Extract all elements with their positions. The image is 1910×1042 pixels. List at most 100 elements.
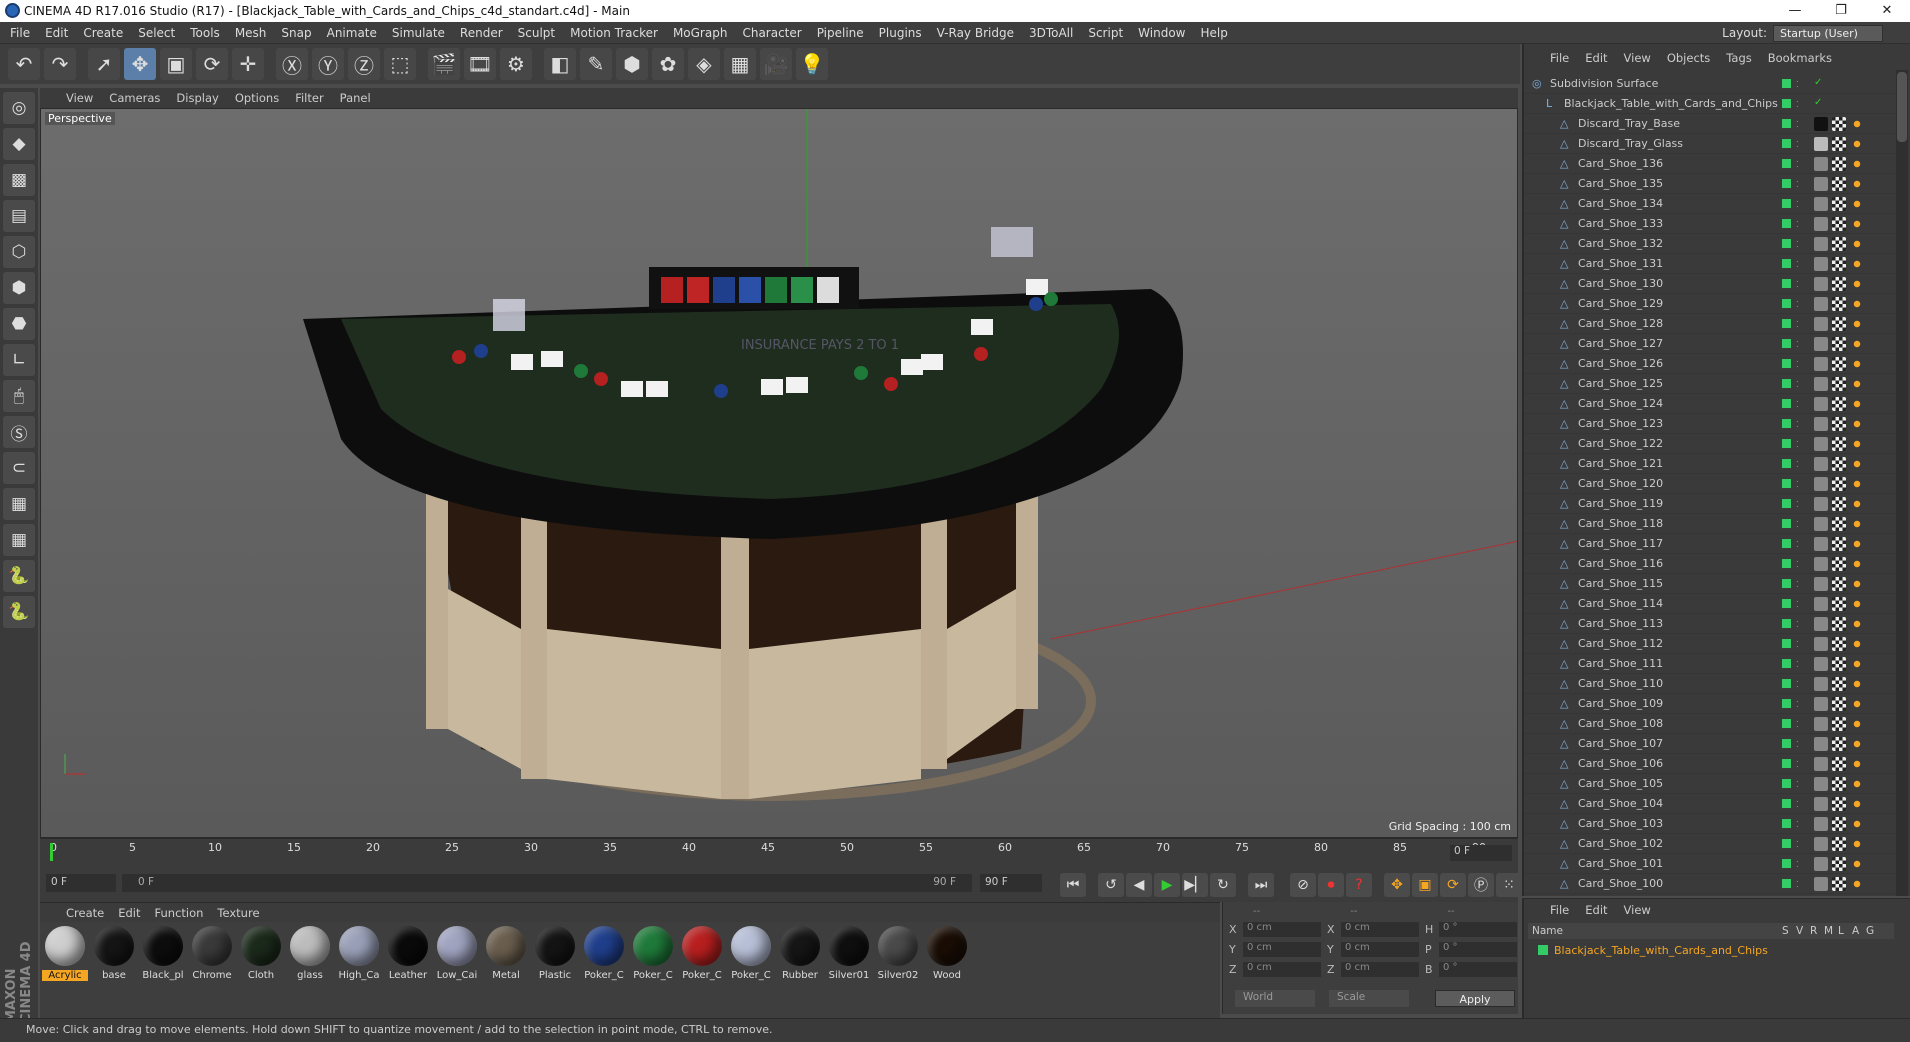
- previous-key-button[interactable]: ↺: [1098, 873, 1124, 897]
- render-visibility-toggle[interactable]: ⁚: [1796, 440, 1801, 449]
- viewport-menu-view[interactable]: View: [66, 91, 93, 105]
- render-visibility-toggle[interactable]: ⁚: [1796, 320, 1801, 329]
- menu-character[interactable]: Character: [742, 26, 801, 40]
- object-menu-bookmarks[interactable]: Bookmarks: [1768, 51, 1832, 65]
- keyframe-selection-button[interactable]: ?: [1346, 873, 1372, 897]
- checker-tag-icon[interactable]: [1832, 377, 1846, 391]
- layer-menu-file[interactable]: File: [1550, 903, 1569, 917]
- render-visibility-toggle[interactable]: ⁚: [1796, 680, 1801, 689]
- material-tag-icon[interactable]: [1814, 737, 1828, 751]
- current-frame-field[interactable]: 0 F: [1450, 845, 1512, 861]
- visibility-toggle[interactable]: [1782, 459, 1791, 468]
- menu-motion-tracker[interactable]: Motion Tracker: [570, 26, 658, 40]
- render-visibility-toggle[interactable]: ⁚: [1796, 200, 1801, 209]
- menu-v-ray-bridge[interactable]: V-Ray Bridge: [937, 26, 1014, 40]
- visibility-toggle[interactable]: [1782, 139, 1791, 148]
- render-visibility-toggle[interactable]: ⁚: [1796, 400, 1801, 409]
- coordinate-value-field[interactable]: 0 °: [1439, 922, 1517, 937]
- material-tag-icon[interactable]: [1814, 117, 1828, 131]
- checker-tag-icon[interactable]: [1832, 857, 1846, 871]
- checker-tag-icon[interactable]: [1832, 157, 1846, 171]
- visibility-toggle[interactable]: [1782, 259, 1791, 268]
- dots-tag-icon[interactable]: [1850, 677, 1864, 691]
- start-frame-field[interactable]: 0 F: [46, 874, 116, 892]
- coordinate-system-button[interactable]: ⬚: [384, 48, 416, 80]
- object-row[interactable]: △ Card_Shoe_120 ⁚: [1524, 474, 1894, 494]
- dots-tag-icon[interactable]: [1850, 657, 1864, 671]
- dots-tag-icon[interactable]: [1850, 877, 1864, 891]
- object-row[interactable]: △ Card_Shoe_122 ⁚: [1524, 434, 1894, 454]
- object-row[interactable]: ◎ Subdivision Surface ⁚ ✓: [1524, 74, 1894, 94]
- y-axis-button[interactable]: Ⓨ: [312, 48, 344, 80]
- render-visibility-toggle[interactable]: ⁚: [1796, 240, 1801, 249]
- coordinate-value-field[interactable]: 0 cm: [1341, 962, 1419, 977]
- snap-button[interactable]: ⊂: [3, 452, 35, 484]
- object-row[interactable]: △ Card_Shoe_113 ⁚: [1524, 614, 1894, 634]
- object-row[interactable]: △ Card_Shoe_111 ⁚: [1524, 654, 1894, 674]
- object-row[interactable]: △ Card_Shoe_106 ⁚: [1524, 754, 1894, 774]
- render-visibility-toggle[interactable]: ⁚: [1796, 580, 1801, 589]
- check-tag-icon[interactable]: ✓: [1814, 77, 1828, 91]
- timeline-ruler[interactable]: 051015202530354045505560657075808590 0 F: [40, 838, 1518, 868]
- edges-mode-button[interactable]: ⬢: [3, 272, 35, 304]
- close-button[interactable]: ✕: [1864, 0, 1910, 22]
- checker-tag-icon[interactable]: [1832, 697, 1846, 711]
- checker-tag-icon[interactable]: [1832, 537, 1846, 551]
- play-button[interactable]: ▶: [1154, 873, 1180, 897]
- dots-tag-icon[interactable]: [1850, 417, 1864, 431]
- material-tag-icon[interactable]: [1814, 457, 1828, 471]
- rotate-button[interactable]: ⟳: [196, 48, 228, 80]
- visibility-toggle[interactable]: [1782, 719, 1791, 728]
- object-menu-file[interactable]: File: [1550, 51, 1569, 65]
- material-tag-icon[interactable]: [1814, 377, 1828, 391]
- object-menu-edit[interactable]: Edit: [1585, 51, 1607, 65]
- render-visibility-toggle[interactable]: ⁚: [1796, 160, 1801, 169]
- material-tag-icon[interactable]: [1814, 357, 1828, 371]
- checker-tag-icon[interactable]: [1832, 737, 1846, 751]
- render-visibility-toggle[interactable]: ⁚: [1796, 300, 1801, 309]
- render-visibility-toggle[interactable]: ⁚: [1796, 540, 1801, 549]
- visibility-toggle[interactable]: [1782, 99, 1791, 108]
- visibility-toggle[interactable]: [1782, 339, 1791, 348]
- render-visibility-toggle[interactable]: ⁚: [1796, 380, 1801, 389]
- dots-tag-icon[interactable]: [1850, 777, 1864, 791]
- viewport-menu-display[interactable]: Display: [176, 91, 218, 105]
- dots-tag-icon[interactable]: [1850, 317, 1864, 331]
- material-menu-function[interactable]: Function: [155, 906, 204, 920]
- material-tag-icon[interactable]: [1814, 537, 1828, 551]
- visibility-toggle[interactable]: [1782, 779, 1791, 788]
- material-swatch[interactable]: glass: [287, 926, 333, 1032]
- dots-tag-icon[interactable]: [1850, 337, 1864, 351]
- material-menu-edit[interactable]: Edit: [118, 906, 140, 920]
- dots-tag-icon[interactable]: [1850, 237, 1864, 251]
- menu-help[interactable]: Help: [1200, 26, 1227, 40]
- object-row[interactable]: △ Card_Shoe_136 ⁚: [1524, 154, 1894, 174]
- next-key-button[interactable]: ↻: [1210, 873, 1236, 897]
- layer-menu-edit[interactable]: Edit: [1585, 903, 1607, 917]
- layout-dropdown[interactable]: Startup (User): [1773, 24, 1883, 42]
- scale-button[interactable]: ▣: [160, 48, 192, 80]
- visibility-toggle[interactable]: [1782, 819, 1791, 828]
- material-swatch[interactable]: Wood: [924, 926, 970, 1032]
- object-row[interactable]: △ Card_Shoe_125 ⁚: [1524, 374, 1894, 394]
- visibility-toggle[interactable]: [1782, 799, 1791, 808]
- next-frame-button[interactable]: ▶▏: [1182, 873, 1208, 897]
- polygons-mode-button[interactable]: ⬣: [3, 308, 35, 340]
- material-swatch[interactable]: Rubber: [777, 926, 823, 1032]
- object-row[interactable]: △ Card_Shoe_112 ⁚: [1524, 634, 1894, 654]
- visibility-toggle[interactable]: [1782, 539, 1791, 548]
- menu-pipeline[interactable]: Pipeline: [817, 26, 864, 40]
- object-row[interactable]: △ Card_Shoe_128 ⁚: [1524, 314, 1894, 334]
- visibility-toggle[interactable]: [1782, 599, 1791, 608]
- dots-tag-icon[interactable]: [1850, 377, 1864, 391]
- checker-tag-icon[interactable]: [1832, 637, 1846, 651]
- visibility-toggle[interactable]: [1782, 559, 1791, 568]
- previous-frame-button[interactable]: ◀: [1126, 873, 1152, 897]
- render-visibility-toggle[interactable]: ⁚: [1796, 640, 1801, 649]
- object-row[interactable]: △ Card_Shoe_109 ⁚: [1524, 694, 1894, 714]
- dots-tag-icon[interactable]: [1850, 537, 1864, 551]
- visibility-toggle[interactable]: [1782, 439, 1791, 448]
- visibility-toggle[interactable]: [1782, 679, 1791, 688]
- points-mode-button[interactable]: ⬡: [3, 236, 35, 268]
- menu-tools[interactable]: Tools: [190, 26, 220, 40]
